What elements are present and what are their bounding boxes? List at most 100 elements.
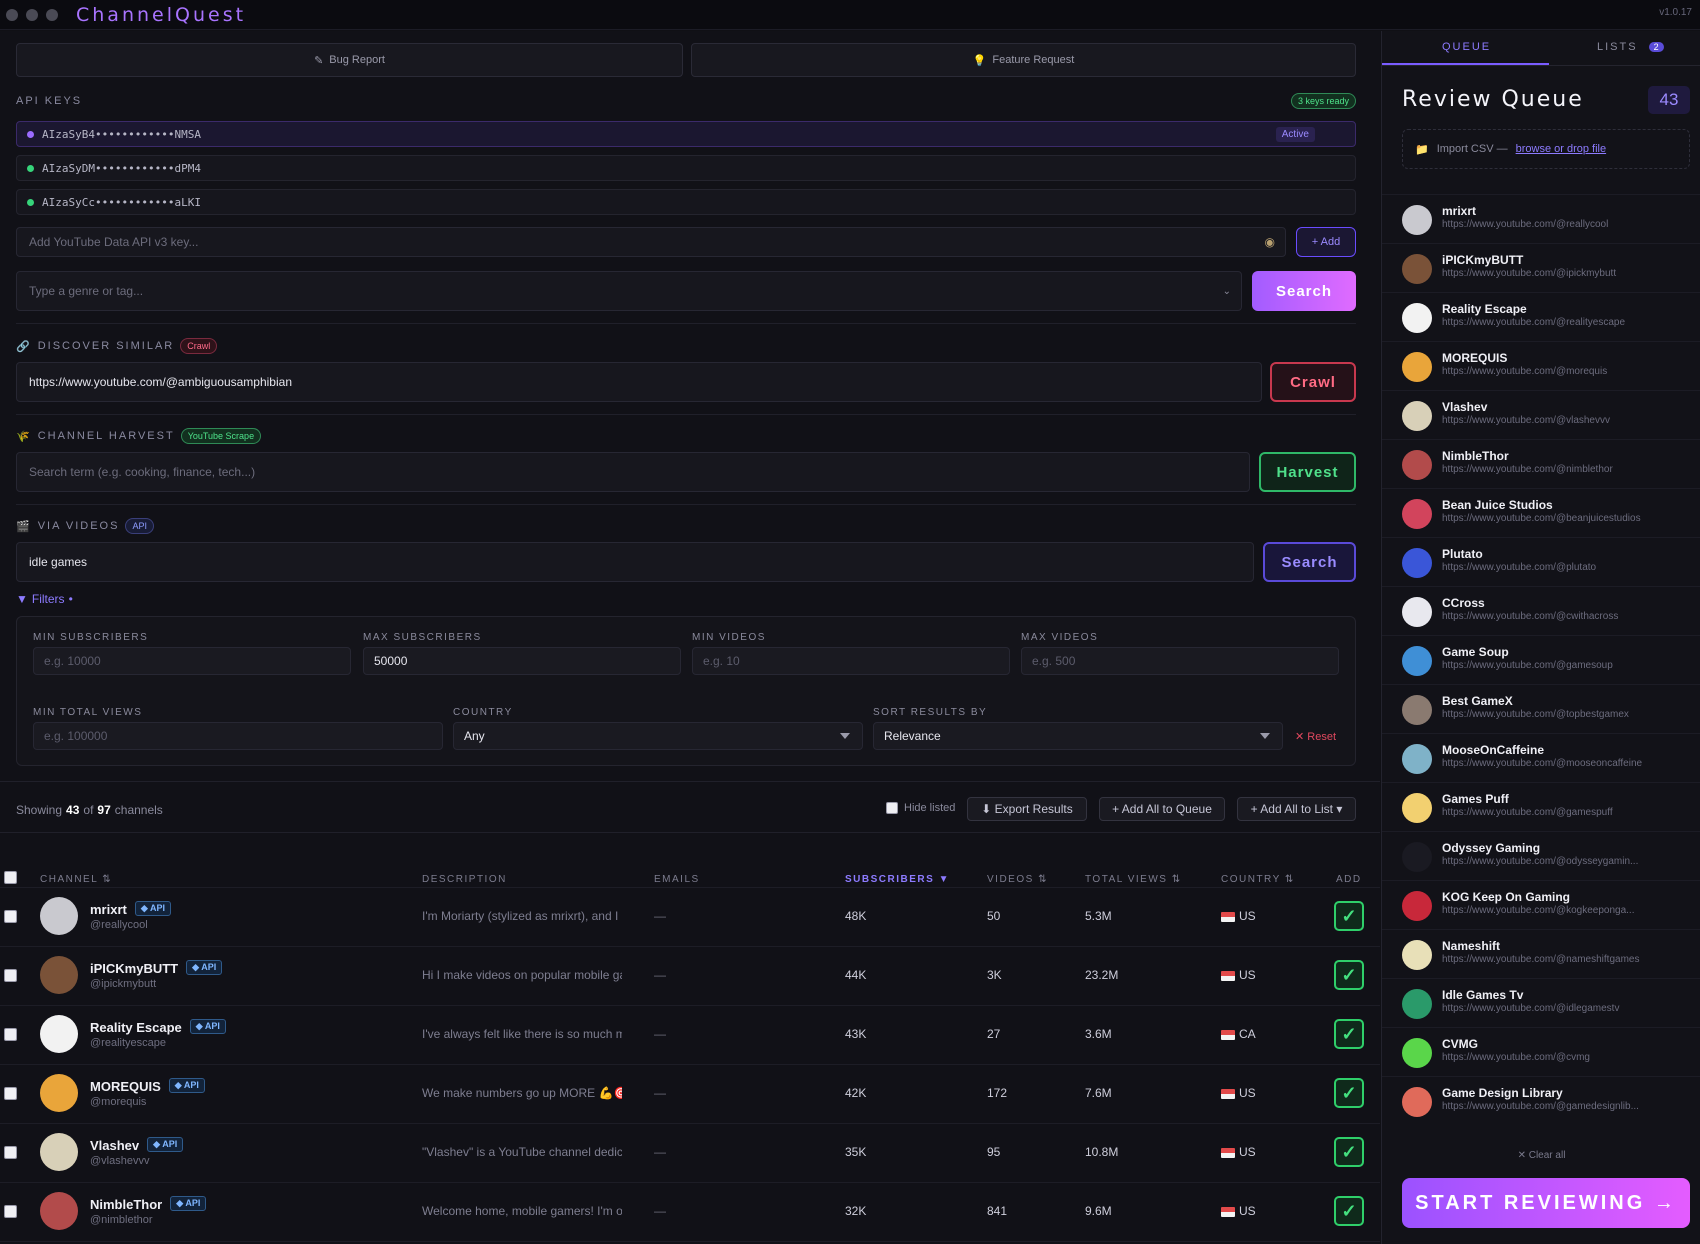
queue-item[interactable]: MOREQUIS https://www.youtube.com/@morequ… [1382,341,1700,390]
api-key-row[interactable]: AIzaSyDM••••••••••••dPM4 [16,155,1356,181]
queue-item[interactable]: mrixrt https://www.youtube.com/@reallyco… [1382,194,1700,243]
filters-toggle-label: Filters [31,592,65,606]
max-videos-input[interactable]: e.g. 500 [1021,647,1339,675]
add-to-queue-button[interactable]: ✓ [1334,901,1364,931]
clear-all-button[interactable]: ✕ Clear all [1382,1150,1700,1161]
harvest-search-input[interactable]: Search term (e.g. cooking, finance, tech… [16,452,1250,492]
queue-item[interactable]: Games Puff https://www.youtube.com/@game… [1382,782,1700,831]
bug-report-button[interactable]: ✎ Bug Report [16,43,683,77]
header-subscribers[interactable]: SUBSCRIBERS ▼ [845,874,950,885]
country-select[interactable]: Any [453,722,863,750]
close-window-button[interactable] [6,8,18,21]
queue-item[interactable]: Plutato https://www.youtube.com/@plutato [1382,537,1700,586]
table-row[interactable]: NimbleThor @nimblethor ◆ API Welcome home, … [0,1182,1380,1240]
channel-name[interactable]: Vlashev [90,1138,139,1153]
add-to-queue-button[interactable]: ✓ [1334,1078,1364,1108]
browse-file-link[interactable]: browse or drop file [1516,143,1607,155]
channel-name[interactable]: NimbleThor [90,1197,162,1212]
channel-country: US [1239,909,1256,923]
maximize-window-button[interactable] [46,8,58,21]
feature-request-label: Feature Request [992,54,1075,66]
channel-name[interactable]: Reality Escape [90,1020,182,1035]
queue-item[interactable]: Vlashev https://www.youtube.com/@vlashev… [1382,390,1700,439]
add-all-to-list-button[interactable]: + Add All to List ▾ [1237,797,1356,821]
add-all-to-queue-button[interactable]: + Add All to Queue [1099,797,1225,821]
youtube-scrape-badge: YouTube Scrape [180,428,262,444]
queue-item[interactable]: CVMG https://www.youtube.com/@cvmg [1382,1027,1700,1076]
video-search-input[interactable]: idle games [16,542,1254,582]
discover-url-input[interactable]: https://www.youtube.com/@ambiguousamphib… [16,362,1262,402]
row-checkbox[interactable] [4,969,17,982]
table-row[interactable]: Vlashev @vlashevvv ◆ API "Vlashev" is a You… [0,1123,1380,1181]
queue-item[interactable]: KOG Keep On Gaming https://www.youtube.c… [1382,880,1700,929]
add-key-button[interactable]: + Add [1296,227,1356,257]
header-videos[interactable]: VIDEOS ⇅ [987,874,1048,885]
select-all-checkbox[interactable] [4,871,17,884]
start-reviewing-button[interactable]: START REVIEWING → [1402,1178,1690,1228]
add-to-queue-button[interactable]: ✓ [1334,1196,1364,1226]
queue-item[interactable]: Reality Escape https://www.youtube.com/@… [1382,292,1700,341]
add-to-queue-button[interactable]: ✓ [1334,1019,1364,1049]
header-channel[interactable]: CHANNEL ⇅ [40,874,112,885]
table-row[interactable]: Reality Escape @realityescape ◆ API I've al… [0,1005,1380,1063]
queue-item[interactable]: Bean Juice Studios https://www.youtube.c… [1382,488,1700,537]
channel-name[interactable]: iPICKmyBUTT [90,961,178,976]
header-total-views[interactable]: TOTAL VIEWS ⇅ [1085,874,1182,885]
reset-filters-button[interactable]: ✕ Reset [1295,730,1336,743]
hide-listed-toggle[interactable]: Hide listed [886,802,955,814]
triangle-down-icon: ▼ [16,592,28,606]
table-row[interactable]: mrixrt @reallycool ◆ API I'm Moriarty (styl… [0,887,1380,945]
queue-item-url: https://www.youtube.com/@cvmg [1442,1052,1590,1063]
row-checkbox[interactable] [4,1146,17,1159]
export-results-button[interactable]: ⬇ Export Results [967,797,1087,821]
minimize-window-button[interactable] [26,8,38,21]
queue-item[interactable]: NimbleThor https://www.youtube.com/@nimb… [1382,439,1700,488]
row-checkbox[interactable] [4,910,17,923]
min-videos-input[interactable]: e.g. 10 [692,647,1010,675]
add-to-queue-button[interactable]: ✓ [1334,960,1364,990]
add-api-key-input[interactable]: Add YouTube Data API v3 key... ◉ [16,227,1286,257]
chevron-down-icon[interactable]: ⌄ [1223,286,1231,297]
harvest-button[interactable]: Harvest [1259,452,1356,492]
api-key-row[interactable]: AIzaSyCc••••••••••••aLKI [16,189,1356,215]
table-row[interactable]: iPICKmyBUTT @ipickmybutt ◆ API Hi I make vi… [0,946,1380,1004]
queue-item-name: Game Soup [1442,645,1509,659]
queue-item[interactable]: iPICKmyBUTT https://www.youtube.com/@ipi… [1382,243,1700,292]
tab-lists[interactable]: LISTS 2 [1597,41,1664,53]
channel-name[interactable]: MOREQUIS [90,1079,161,1094]
min-subscribers-input[interactable]: e.g. 10000 [33,647,351,675]
api-key-row[interactable]: AIzaSyB4••••••••••••NMSA Active [16,121,1356,147]
queue-item-name: MOREQUIS [1442,351,1508,365]
tab-queue[interactable]: QUEUE [1442,41,1491,53]
queue-item[interactable]: Game Design Library https://www.youtube.… [1382,1076,1700,1125]
queue-item[interactable]: Idle Games Tv https://www.youtube.com/@i… [1382,978,1700,1027]
genre-search-button[interactable]: Search [1252,271,1356,311]
queue-item[interactable]: Odyssey Gaming https://www.youtube.com/@… [1382,831,1700,880]
hide-listed-checkbox[interactable] [886,802,898,814]
sort-select[interactable]: Relevance [873,722,1283,750]
max-subscribers-input[interactable]: 50000 [363,647,681,675]
queue-item[interactable]: CCross https://www.youtube.com/@cwithacr… [1382,586,1700,635]
add-to-queue-button[interactable]: ✓ [1334,1137,1364,1167]
header-country[interactable]: COUNTRY ⇅ [1221,874,1295,885]
eye-icon[interactable]: ◉ [1265,235,1275,249]
row-checkbox[interactable] [4,1028,17,1041]
tabs-divider [1382,65,1700,66]
queue-item[interactable]: Nameshift https://www.youtube.com/@names… [1382,929,1700,978]
queue-item-url: https://www.youtube.com/@ipickmybutt [1442,268,1617,279]
genre-search-input[interactable]: Type a genre or tag... ⌄ [16,271,1242,311]
video-search-button[interactable]: Search [1263,542,1356,582]
row-checkbox[interactable] [4,1087,17,1100]
queue-item[interactable]: MooseOnCaffeine https://www.youtube.com/… [1382,733,1700,782]
filters-toggle[interactable]: ▼ Filters • [16,592,73,606]
row-checkbox[interactable] [4,1205,17,1218]
feature-request-button[interactable]: 💡 Feature Request [691,43,1356,77]
queue-item[interactable]: Best GameX https://www.youtube.com/@topb… [1382,684,1700,733]
queue-item[interactable]: Game Soup https://www.youtube.com/@games… [1382,635,1700,684]
channel-name[interactable]: mrixrt [90,902,127,917]
crawl-button[interactable]: Crawl [1270,362,1356,402]
import-csv-dropzone[interactable]: 📁 Import CSV — browse or drop file [1402,129,1690,169]
min-views-input[interactable]: e.g. 100000 [33,722,443,750]
table-row[interactable]: MOREQUIS @morequis ◆ API We make numbers go… [0,1064,1380,1122]
channel-total-views: 23.2M [1085,968,1119,982]
